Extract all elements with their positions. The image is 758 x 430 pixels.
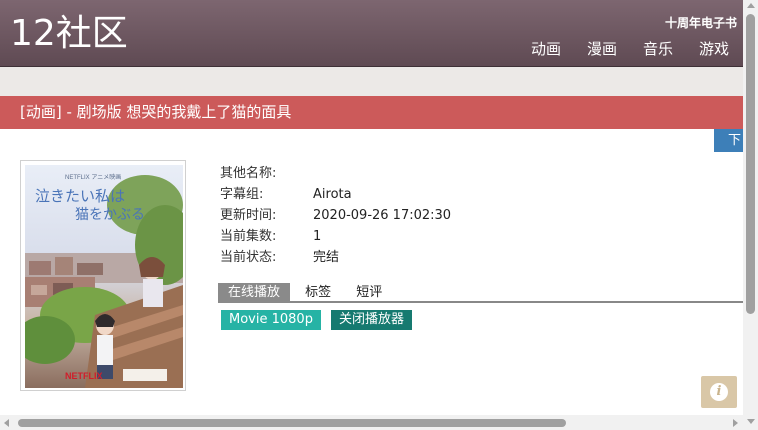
status-label: 当前状态: [220, 250, 277, 265]
tab-online-play[interactable]: 在线播放 [218, 283, 291, 303]
svg-text:猫をかぶる: 猫をかぶる [75, 207, 145, 223]
main-nav: 动画 漫画 音乐 游戏 [505, 38, 729, 59]
vertical-scroll-thumb[interactable] [746, 14, 755, 314]
alias-label: 其他名称: [220, 166, 277, 181]
sub-header-strip [0, 67, 743, 96]
anime-info: 其他名称: 字幕组: Airota 更新时间: 2020-09-26 17:02… [220, 163, 451, 268]
detail-tabs: 在线播放 标签 短评 [218, 281, 743, 303]
poster-image: 泣きたい私は 猫をかぶる NETFLIX アニメ映画 NETFLIX [25, 165, 183, 388]
updated-label: 更新时间: [220, 208, 277, 223]
svg-text:泣きたい私は: 泣きたい私は [35, 187, 125, 205]
horizontal-scrollbar[interactable] [0, 415, 743, 430]
close-player-button[interactable]: 关闭播放器 [330, 310, 412, 330]
scroll-left-arrow-icon[interactable] [4, 419, 9, 427]
page-title-bar: [动画] - 剧场版 想哭的我戴上了猫的面具 [0, 96, 743, 129]
nav-item-anime[interactable]: 动画 [531, 38, 561, 59]
svg-text:NETFLIX アニメ映画: NETFLIX アニメ映画 [65, 173, 121, 181]
horizontal-scroll-thumb[interactable] [18, 419, 566, 427]
episodes-label: 当前集数: [220, 229, 277, 244]
nav-item-games[interactable]: 游戏 [699, 38, 729, 59]
subgroup-label: 字幕组: [220, 187, 264, 202]
tab-reviews[interactable]: 短评 [346, 283, 392, 303]
scroll-up-arrow-icon[interactable] [747, 3, 755, 8]
info-row-alias: 其他名称: [220, 163, 451, 184]
movie-1080p-button[interactable]: Movie 1080p [221, 310, 321, 330]
player-controls: Movie 1080p 关闭播放器 [221, 310, 412, 330]
tab-tags[interactable]: 标签 [295, 283, 341, 303]
download-button[interactable]: 下 [714, 129, 743, 152]
info-row-updated: 更新时间: 2020-09-26 17:02:30 [220, 205, 451, 226]
scroll-right-arrow-icon[interactable] [733, 419, 738, 427]
episodes-value: 1 [313, 229, 322, 244]
nav-item-manga[interactable]: 漫画 [587, 38, 617, 59]
site-header: 12社区 十周年电子书 动画 漫画 音乐 游戏 [0, 0, 743, 67]
site-logo[interactable]: 12社区 [10, 14, 128, 54]
vertical-scrollbar[interactable] [743, 0, 758, 430]
info-row-subgroup: 字幕组: Airota [220, 184, 451, 205]
svg-text:NETFLIX: NETFLIX [65, 371, 103, 381]
nav-item-music[interactable]: 音乐 [643, 38, 673, 59]
info-row-episodes: 当前集数: 1 [220, 226, 451, 247]
page-title: [动画] - 剧场版 想哭的我戴上了猫的面具 [20, 103, 292, 121]
status-value: 完结 [313, 250, 340, 265]
updated-value: 2020-09-26 17:02:30 [313, 208, 452, 223]
subgroup-value: Airota [313, 187, 352, 202]
ebook-link[interactable]: 十周年电子书 [665, 14, 737, 31]
info-row-status: 当前状态: 完结 [220, 247, 451, 268]
poster-frame: 泣きたい私は 猫をかぶる NETFLIX アニメ映画 NETFLIX [20, 160, 186, 391]
info-button[interactable]: i [701, 376, 737, 408]
info-icon: i [710, 383, 728, 401]
scroll-down-arrow-icon[interactable] [747, 419, 755, 424]
